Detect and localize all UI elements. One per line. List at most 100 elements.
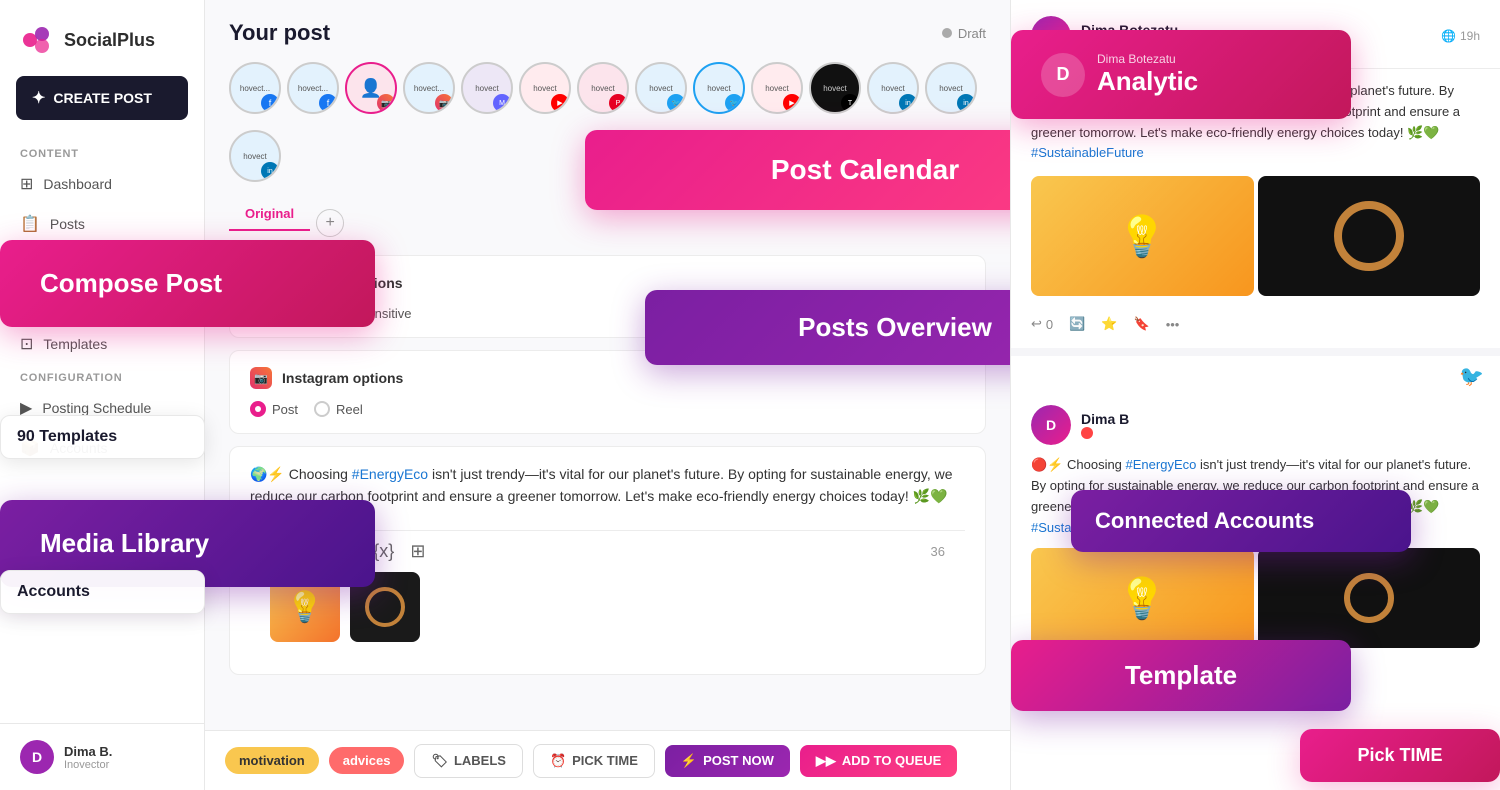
user-profile-area[interactable]: D Dima B. Inovector: [0, 723, 204, 790]
connected-accounts-overlay: Connected Accounts: [1071, 490, 1411, 552]
account-avatar-7[interactable]: hovect P: [577, 62, 629, 114]
account-avatar-5[interactable]: hovect M: [461, 62, 513, 114]
retweet-action[interactable]: 🔄: [1069, 316, 1085, 332]
reply-action[interactable]: ↩ 0: [1031, 316, 1053, 332]
account-avatar-9[interactable]: hovect 🐦: [693, 62, 745, 114]
draft-status: Draft: [958, 26, 986, 41]
account-avatar-1[interactable]: hovect... f: [229, 62, 281, 114]
main-content: Your post Draft hovect... f hovect... f …: [205, 0, 1010, 790]
advices-tag[interactable]: advices: [329, 747, 405, 774]
add-to-queue-button[interactable]: ▶▶ ADD TO QUEUE: [800, 745, 957, 777]
instagram-reel-label: Reel: [336, 402, 363, 417]
reply-count: 0: [1046, 317, 1053, 332]
create-post-label: CREATE POST: [53, 90, 152, 106]
add-to-queue-label: ADD TO QUEUE: [842, 753, 941, 768]
account-avatar-13[interactable]: hovect in: [925, 62, 977, 114]
account-avatar-8[interactable]: hovect 🐦: [635, 62, 687, 114]
analytic-overlay: D Dima Botezatu Analytic: [1011, 30, 1351, 119]
feed-image-1-dark: [1258, 176, 1481, 296]
feed-time-value-1: 19h: [1460, 29, 1480, 43]
feed-post-2-images: 💡: [1031, 548, 1480, 648]
user-avatar: D: [20, 740, 54, 774]
labels-label: LABELS: [454, 753, 506, 768]
account-avatar-2[interactable]: hovect... f: [287, 62, 339, 114]
bookmark-action[interactable]: 🔖: [1134, 316, 1150, 332]
clock-icon: ⏰: [550, 753, 566, 769]
media-library-overlay-text: Media Library: [40, 528, 209, 558]
account-avatar-3[interactable]: 👤 📷: [345, 62, 397, 114]
user-info: Dima B. Inovector: [64, 744, 112, 771]
posts-icon: 📋: [20, 214, 40, 234]
feed-image-1-light: 💡: [1031, 176, 1254, 296]
instagram-icon: 📷: [254, 372, 268, 385]
instagram-options-header: 📷 Instagram options: [250, 367, 965, 389]
user-company: Inovector: [64, 759, 112, 771]
motivation-tag[interactable]: motivation: [225, 747, 319, 774]
analytic-avatar: D: [1041, 53, 1085, 97]
configuration-section-label: Configuration: [0, 364, 204, 388]
app-name: SocialPlus: [64, 30, 155, 51]
account-avatar-14[interactable]: hovect in: [229, 130, 281, 182]
account-avatar-10[interactable]: hovect ▶: [751, 62, 803, 114]
ring-icon: [365, 587, 405, 627]
instagram-reel-option[interactable]: Reel: [314, 401, 363, 417]
template-overlay: Template: [1011, 640, 1351, 711]
instagram-reel-radio[interactable]: [314, 401, 330, 417]
feed-user-name-2: Dima B: [1081, 411, 1129, 427]
account-avatar-6[interactable]: hovect ▶: [519, 62, 571, 114]
feed-user-2: D Dima B: [1031, 405, 1480, 445]
templates-count-text: 90 Templates: [17, 428, 117, 445]
ring-large-icon: [1334, 201, 1404, 271]
feed-user-info-2: Dima B: [1081, 411, 1129, 439]
dashboard-icon: ⊞: [20, 174, 33, 194]
instagram-post-label: Post: [272, 402, 298, 417]
create-post-button[interactable]: ✦ CREATE POST: [16, 76, 188, 120]
post-now-button[interactable]: ⚡ POST NOW: [665, 745, 790, 777]
sidebar-item-templates[interactable]: ⊡ Templates: [0, 324, 204, 364]
feed-mastodon-badge-2: [1081, 427, 1129, 439]
ring-large-icon-2: [1344, 573, 1394, 623]
post-calendar-overlay: Post Calendar: [585, 130, 1010, 210]
feed-image-2-dark: [1258, 548, 1481, 648]
feed-divider: [1011, 348, 1500, 356]
instagram-platform-icon: 📷: [250, 367, 272, 389]
sidebar-label-posts: Posts: [50, 216, 85, 232]
sidebar-item-dashboard[interactable]: ⊞ Dashboard: [0, 164, 204, 204]
pick-time-overlay[interactable]: Pick TIME: [1300, 729, 1500, 782]
draft-badge: Draft: [942, 26, 986, 41]
instagram-type-row: Post Reel: [250, 401, 965, 417]
analytic-user-info: Dima Botezatu Analytic: [1097, 52, 1198, 97]
templates-icon: ⊡: [20, 334, 33, 354]
plus-icon: ✦: [32, 88, 45, 108]
account-avatar-4[interactable]: hovect... 📷: [403, 62, 455, 114]
grid-icon[interactable]: ⊞: [410, 541, 425, 562]
sidebar-item-posts[interactable]: 📋 Posts: [0, 204, 204, 244]
connected-accounts-overlay-text: Connected Accounts: [1095, 508, 1314, 533]
pick-time-overlay-text: Pick TIME: [1357, 745, 1442, 765]
add-tab-button[interactable]: +: [316, 209, 344, 237]
more-action[interactable]: •••: [1166, 317, 1180, 332]
post-calendar-overlay-text: Post Calendar: [771, 154, 959, 185]
like-action[interactable]: ⭐: [1101, 316, 1117, 332]
content-section-label: Content: [0, 140, 204, 164]
feed-hashtag-2: #SustainableFuture: [1031, 145, 1144, 160]
action-bar: motivation advices 🏷 LABELS ⏰ PICK TIME …: [205, 730, 1010, 790]
lightning-icon: ⚡: [681, 753, 697, 769]
pick-time-button[interactable]: ⏰ PICK TIME: [533, 744, 655, 778]
account-avatar-11[interactable]: hovect T: [809, 62, 861, 114]
compose-post-overlay-text: Compose Post: [40, 268, 222, 298]
globe-icon: 🌐: [1441, 29, 1456, 43]
variable-icon[interactable]: {x}: [373, 541, 394, 562]
instagram-post-option[interactable]: Post: [250, 401, 298, 417]
instagram-post-radio[interactable]: [250, 401, 266, 417]
post-tabs: Original: [229, 198, 310, 231]
accounts-overlay-text: Accounts: [17, 583, 90, 600]
right-panel: D Dima Botezatu 🌐 19h Choosing #EnergyEc…: [1010, 0, 1500, 790]
labels-button[interactable]: 🏷 LABELS: [414, 744, 523, 778]
analytic-overlay-text: Analytic: [1097, 66, 1198, 97]
labels-icon: 🏷: [431, 753, 448, 769]
feed-image-2-light: 💡: [1031, 548, 1254, 648]
post-editor: Your post Draft hovect... f hovect... f …: [205, 0, 1010, 730]
account-avatar-12[interactable]: hovect in: [867, 62, 919, 114]
tab-original[interactable]: Original: [229, 198, 310, 231]
